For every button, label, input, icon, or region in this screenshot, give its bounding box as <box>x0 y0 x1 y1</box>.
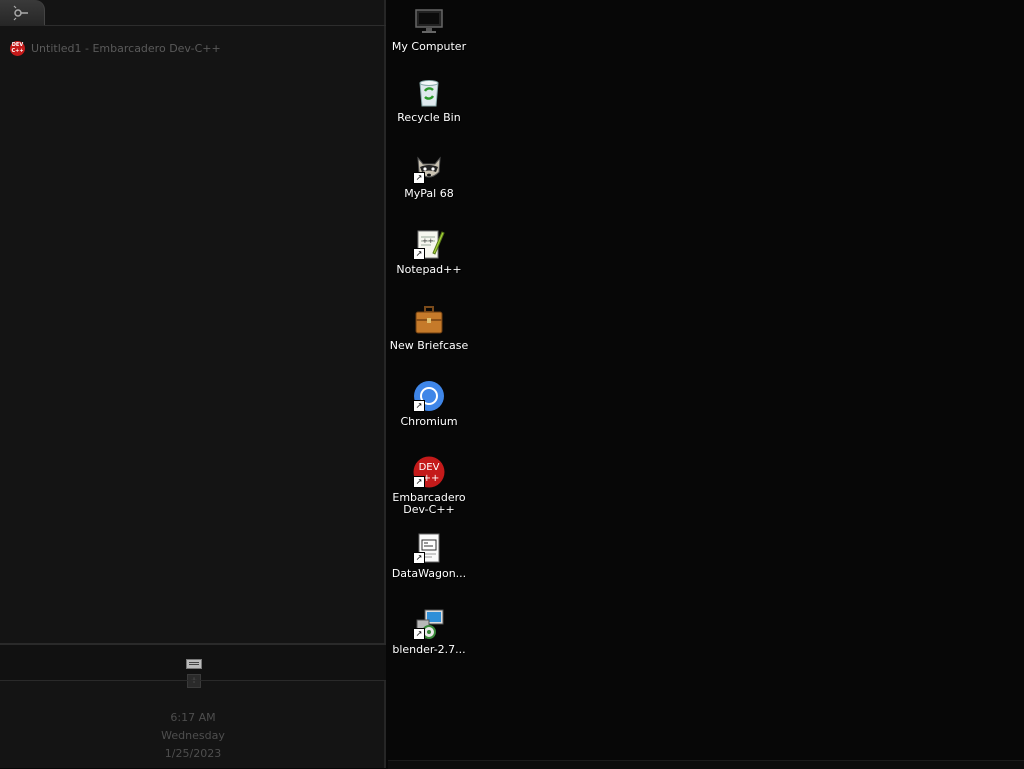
clock[interactable]: 6:17 AM Wednesday 1/25/2023 <box>0 709 386 763</box>
monitor-icon <box>413 5 445 37</box>
desktop-icon-label: MyPal 68 <box>404 187 454 200</box>
briefcase-icon <box>413 304 445 336</box>
desktop-icon-label: Embarcadero Dev-C++ <box>392 491 466 516</box>
taskbar-item-title: Untitled1 - Embarcadero Dev-C++ <box>31 41 221 55</box>
shortcut-arrow-icon: ↗ <box>413 248 425 260</box>
installer-icon: ↗ <box>413 608 445 640</box>
desktop-icon-label: DataWagon... <box>391 567 467 580</box>
shortcut-arrow-icon: ↗ <box>413 552 425 564</box>
desktop: My Computer Recycle Bin ↗ MyPal 68 ++ ↗ … <box>388 0 1024 768</box>
desktop-icon-datawagon[interactable]: ↗ DataWagon... <box>387 532 471 580</box>
start-orb-icon <box>13 5 28 21</box>
svg-text:++: ++ <box>422 237 434 245</box>
desktop-icon-devcpp[interactable]: DEV ++ ↗ Embarcadero Dev-C++ <box>387 456 471 516</box>
desktop-icon-label: Notepad++ <box>396 263 462 276</box>
shortcut-arrow-icon: ↗ <box>413 628 425 640</box>
shortcut-arrow-icon: ↗ <box>413 476 425 488</box>
devcpp-icon: DEV C++ <box>10 40 25 56</box>
recycle-bin-icon <box>413 76 445 108</box>
notepad-plus-icon: ++ ↗ <box>413 228 445 260</box>
desktop-icon-recycle-bin[interactable]: Recycle Bin <box>387 76 471 124</box>
taskbar-item-devcpp[interactable]: DEV C++ Untitled1 - Embarcadero Dev-C++ <box>10 40 221 56</box>
desktop-icon-mypal[interactable]: ↗ MyPal 68 <box>387 152 471 200</box>
devcpp-badge-bottom: ++ <box>423 473 440 484</box>
desktop-icon-label: New Briefcase <box>389 339 469 352</box>
clock-time: 6:17 AM <box>170 711 216 724</box>
desktop-icon-label: Chromium <box>400 415 458 428</box>
desktop-icon-label: blender-2.7... <box>392 643 466 656</box>
desktop-icon-label: Recycle Bin <box>397 111 461 124</box>
desktop-icon-chromium[interactable]: ↗ Chromium <box>387 380 471 428</box>
tab-divider <box>44 25 386 26</box>
taskbar: DEV C++ Untitled1 - Embarcadero Dev-C++ +… <box>0 0 386 768</box>
desktop-icon-my-computer[interactable]: My Computer <box>387 5 471 53</box>
devcpp-icon: DEV ++ ↗ <box>413 456 445 488</box>
clock-date: 1/25/2023 <box>164 747 222 760</box>
chromium-icon: ↗ <box>413 380 445 412</box>
devcpp-badge-top: DEV <box>419 462 440 473</box>
desktop-icon-notepad-plus[interactable]: ++ ↗ Notepad++ <box>387 228 471 276</box>
keyboard-icon[interactable] <box>186 659 202 669</box>
shortcut-arrow-icon: ↗ <box>413 400 425 412</box>
raccoon-icon: ↗ <box>413 152 445 184</box>
start-button[interactable] <box>0 0 45 26</box>
shortcut-arrow-icon: ↗ <box>413 172 425 184</box>
tray-divider-lower <box>0 680 386 681</box>
desktop-icon-label: My Computer <box>391 40 467 53</box>
datawagon-icon: ↗ <box>413 532 445 564</box>
clock-day: Wednesday <box>161 729 225 742</box>
desktop-icon-new-briefcase[interactable]: New Briefcase <box>387 304 471 352</box>
tray-expand-button[interactable]: + <box>187 674 201 688</box>
desktop-icon-blender[interactable]: ↗ blender-2.7... <box>387 608 471 656</box>
